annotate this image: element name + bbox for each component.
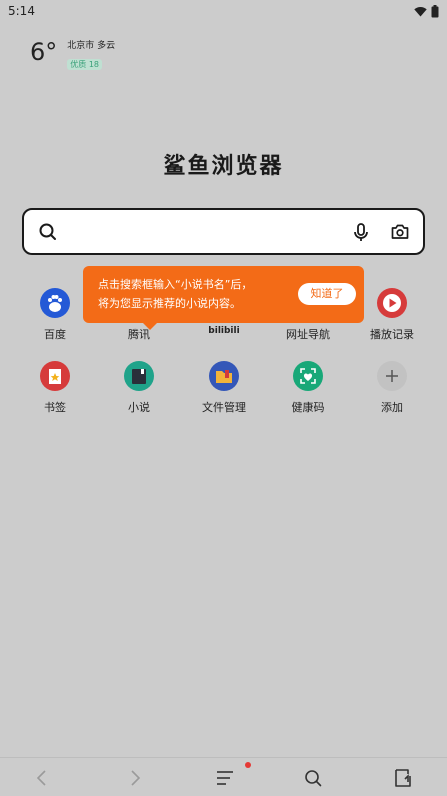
menu-icon	[217, 771, 233, 785]
camera-icon[interactable]	[390, 222, 410, 242]
tabs-icon[interactable]	[391, 766, 415, 790]
tooltip-got-it-button[interactable]: 知道了	[298, 283, 356, 305]
weather-widget[interactable]: 6° 北京市 多云 优质 18	[30, 38, 115, 71]
weather-city: 北京市 多云	[67, 41, 116, 51]
play-icon	[377, 288, 407, 318]
status-icons	[414, 4, 439, 18]
shortcut-label: 添加	[381, 401, 403, 414]
shortcut-label: 文件管理	[202, 401, 246, 414]
shortcut-file-manager[interactable]: 文件管理	[184, 361, 264, 415]
bookmark-icon	[40, 361, 70, 391]
browser-logo: 鲨鱼浏览器	[163, 154, 284, 179]
shortcut-play-history[interactable]: 播放记录	[352, 288, 432, 342]
shortcut-health-code[interactable]: 健康码	[268, 361, 348, 415]
shortcut-label: 健康码	[291, 401, 325, 414]
shortcut-novel[interactable]: 小说	[99, 361, 179, 415]
forward-icon[interactable]	[123, 766, 147, 790]
search-icon[interactable]	[301, 766, 325, 790]
air-quality-badge: 优质 18	[67, 59, 103, 70]
shortcut-label: 腾讯	[128, 328, 150, 341]
health-code-icon	[293, 361, 323, 391]
novel-search-tooltip: 点击搜索框输入“小说书名”后， 将为您显示推荐的小说内容。 知道了	[83, 266, 364, 330]
novel-book-icon	[124, 361, 154, 391]
shortcut-label: 播放记录	[370, 328, 414, 341]
back-icon[interactable]	[30, 766, 54, 790]
status-bar: 5:14	[0, 0, 447, 22]
baidu-paw-icon	[40, 288, 70, 318]
microphone-icon[interactable]	[351, 222, 371, 242]
shortcut-label: 书签	[44, 401, 66, 414]
shortcut-add[interactable]: 添加	[352, 361, 432, 415]
wifi-icon	[414, 6, 427, 16]
folder-icon	[209, 361, 239, 391]
menu-button[interactable]	[214, 762, 251, 790]
shortcut-label: 百度	[44, 328, 66, 341]
weather-temperature: 6°	[30, 38, 58, 66]
shortcut-label: 小说	[128, 401, 150, 414]
search-box[interactable]	[22, 208, 425, 255]
bottom-toolbar	[0, 757, 447, 796]
notification-dot	[245, 762, 251, 768]
battery-icon	[431, 4, 439, 17]
plus-icon	[377, 361, 407, 391]
status-time: 5:14	[8, 4, 35, 18]
shortcut-label: 网址导航	[286, 328, 330, 341]
shortcut-label: bilibili	[208, 326, 240, 336]
tooltip-text: 点击搜索框输入“小说书名”后， 将为您显示推荐的小说内容。	[98, 278, 253, 310]
shortcut-bookmarks[interactable]: 书签	[15, 361, 95, 415]
search-icon	[39, 223, 56, 240]
